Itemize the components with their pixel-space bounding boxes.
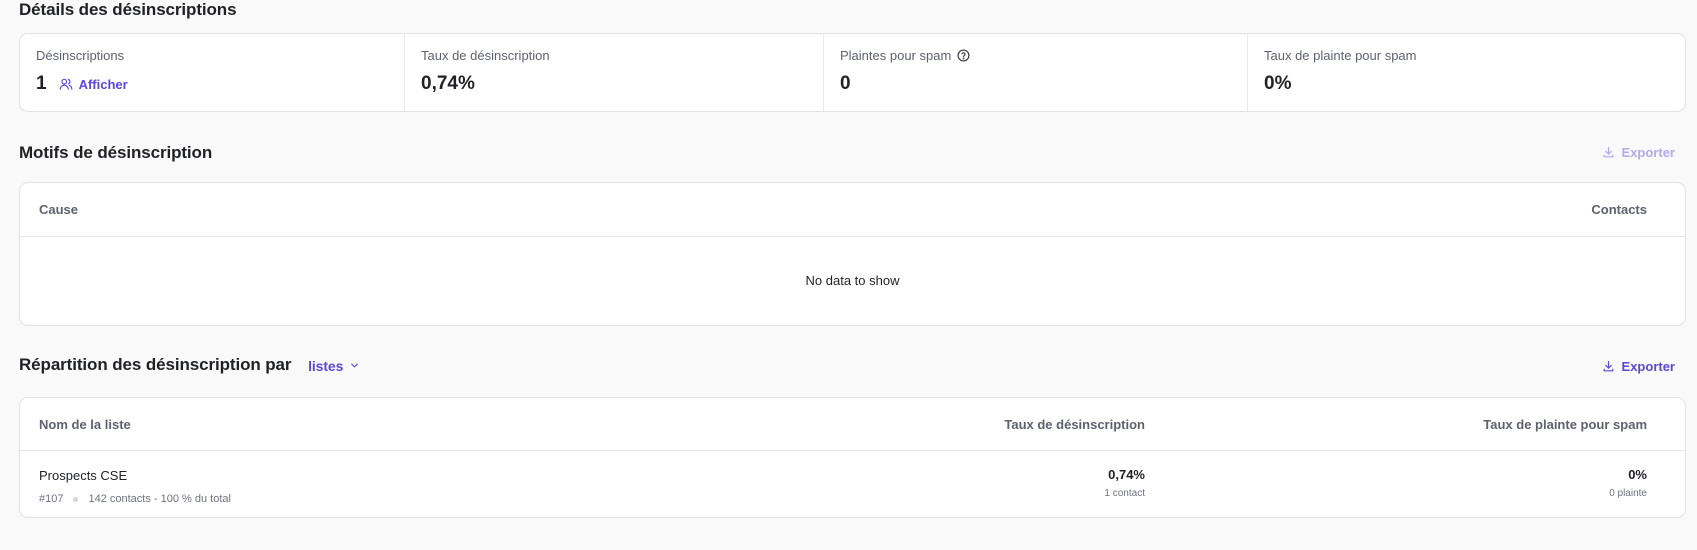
- column-unsub-rate: Taux de désinscription: [1004, 417, 1145, 432]
- details-title: Détails des désinscriptions: [19, 0, 237, 19]
- column-cause: Cause: [39, 202, 79, 217]
- view-link-label: Afficher: [78, 76, 128, 92]
- distribution-export-button[interactable]: Exporter: [1602, 359, 1675, 374]
- table-row[interactable]: Prospects CSE #107 142 contacts - 100 % …: [20, 451, 1685, 518]
- separator-dot: [73, 496, 79, 502]
- list-contacts: 142 contacts - 100 % du total: [88, 493, 231, 505]
- stat-value: 0: [840, 73, 851, 94]
- users-icon: [59, 77, 73, 91]
- stat-spam-complaints: Plaintes pour spam 0: [823, 34, 1247, 111]
- stat-unsubscriptions: Désinscriptions 1 Afficher: [20, 34, 404, 111]
- stat-unsub-rate: Taux de désinscription 0,74%: [404, 34, 823, 111]
- stat-spam-rate: Taux de plainte pour spam 0%: [1247, 34, 1685, 111]
- reasons-table: Cause Contacts No data to show: [19, 182, 1686, 326]
- spam-rate-cell: 0% 0 plainte: [1609, 467, 1647, 499]
- table-header: Cause Contacts: [20, 183, 1685, 237]
- dropdown-label: listes: [308, 357, 344, 374]
- empty-state: No data to show: [805, 273, 900, 288]
- reasons-title: Motifs de désinscription: [19, 143, 213, 162]
- stats-card: Désinscriptions 1 Afficher Taux de désin…: [19, 33, 1686, 112]
- view-unsubscribers-link[interactable]: Afficher: [59, 77, 128, 92]
- stat-label: Plaintes pour spam: [840, 48, 952, 63]
- spam-rate-sub: 0 plainte: [1609, 488, 1647, 499]
- chevron-down-icon: [349, 360, 360, 371]
- list-meta: #107 142 contacts - 100 % du total: [39, 493, 231, 505]
- distribution-title-text: Répartition des désinscription par: [19, 355, 292, 374]
- reasons-export-button[interactable]: Exporter: [1602, 145, 1675, 160]
- download-icon: [1602, 360, 1615, 373]
- spam-rate-value: 0%: [1628, 467, 1647, 482]
- stat-value: 0,74%: [421, 73, 475, 94]
- stat-value: 1: [36, 73, 47, 94]
- list-id: #107: [39, 493, 64, 505]
- group-by-dropdown[interactable]: listes: [308, 358, 360, 374]
- table-header: Nom de la liste Taux de désinscription T…: [20, 398, 1685, 451]
- column-spam-rate: Taux de plainte pour spam: [1483, 417, 1647, 432]
- stat-value: 0%: [1264, 73, 1292, 94]
- unsub-rate-cell: 0,74% 1 contact: [1104, 467, 1145, 499]
- stat-label: Taux de désinscription: [421, 48, 550, 63]
- column-contacts: Contacts: [1591, 202, 1647, 217]
- unsub-rate-value: 0,74%: [1108, 467, 1145, 482]
- stat-label: Désinscriptions: [36, 48, 125, 63]
- download-icon: [1602, 146, 1615, 159]
- stat-label: Taux de plainte pour spam: [1264, 48, 1417, 63]
- list-name: Prospects CSE: [39, 468, 128, 483]
- distribution-table: Nom de la liste Taux de désinscription T…: [19, 397, 1686, 518]
- unsub-rate-sub: 1 contact: [1104, 488, 1145, 499]
- help-icon[interactable]: [957, 49, 970, 62]
- export-label: Exporter: [1621, 359, 1675, 374]
- export-label: Exporter: [1621, 145, 1675, 160]
- distribution-title: Répartition des désinscription par liste…: [19, 355, 360, 375]
- column-list-name: Nom de la liste: [39, 417, 131, 432]
